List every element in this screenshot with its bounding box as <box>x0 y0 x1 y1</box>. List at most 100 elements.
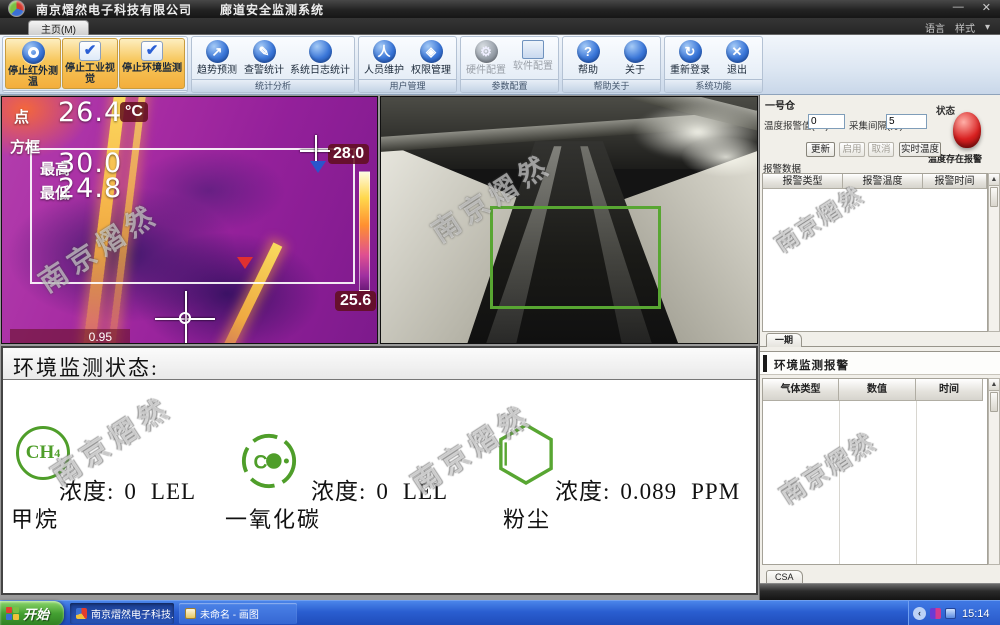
blue-marker-icon <box>310 161 326 173</box>
syslog-stats-button[interactable]: 系统日志统计 <box>288 38 352 78</box>
tray-app-icon[interactable] <box>930 608 941 619</box>
svg-text:C: C <box>254 453 268 474</box>
exit-icon: ✕ <box>726 40 749 63</box>
about-button[interactable]: 关于 <box>612 38 658 78</box>
windows-flag-icon <box>6 607 19 620</box>
status-label: 状态 <box>936 103 955 117</box>
control-sidebar: 一号仓 温度报警值(°C): 采集间隔(分): 状态 温度存在报警 更新 启用 … <box>759 95 1000 600</box>
tab-csa[interactable]: CSA <box>766 570 803 584</box>
gear-icon: ⚙ <box>475 40 498 63</box>
title-bar: 南京熠然电子科技有限公司 廊道安全监测系统 — ✕ <box>0 0 1000 18</box>
tab-phase-one[interactable]: 一期 <box>766 333 802 347</box>
app-logo-icon <box>8 0 25 17</box>
hardware-config-button[interactable]: ⚙ 硬件配置 <box>463 38 509 78</box>
scale-max-value: 28.0 <box>328 144 369 164</box>
infrared-camera-icon <box>22 41 45 64</box>
tray-chevron-icon[interactable]: ‹ <box>913 607 926 620</box>
point-temp-value: 26.4 <box>58 97 122 128</box>
box-label: 方框 <box>10 136 40 157</box>
scrollbar[interactable]: ▲ <box>988 378 1000 565</box>
detection-box <box>490 206 661 309</box>
tab-home[interactable]: 主页(M) <box>28 20 89 35</box>
industrial-camera-view: 南京熠然 <box>380 96 758 344</box>
realtime-temp-button[interactable]: 实时温度 <box>899 142 941 157</box>
column-header[interactable]: 数值 <box>839 379 916 401</box>
center-crosshair <box>155 291 215 344</box>
temp-alarm-table: 报警类型 报警温度 报警时间 南京熠然 <box>762 173 988 332</box>
exit-button[interactable]: ✕ 退出 <box>714 38 760 78</box>
ribbon-group-monitor-control: 停止红外测温 ✔ 停止工业视觉 ✔ 停止环境监测 监测控制 <box>2 36 188 93</box>
group-label: 用户管理 <box>359 79 456 92</box>
chevron-down-icon[interactable]: ▾ <box>985 22 990 33</box>
temp-unit-badge: °C <box>120 102 148 122</box>
gas-name: 一氧化碳 <box>225 502 321 534</box>
checkbox-icon: ✔ <box>141 41 163 61</box>
enable-button[interactable]: 启用 <box>839 142 865 157</box>
group-label: 帮助关于 <box>563 79 660 92</box>
alarm-stats-button[interactable]: ✎ 查警统计 <box>241 38 287 78</box>
column-header[interactable]: 气体类型 <box>763 379 839 401</box>
tray-network-icon[interactable] <box>945 608 956 619</box>
menu-bar: 主页(M) 语言 样式 ▾ <box>0 18 1000 35</box>
menu-language[interactable]: 语言 <box>925 20 945 35</box>
app-title: 廊道安全监测系统 <box>220 1 324 18</box>
scrollbar-thumb[interactable] <box>990 187 998 207</box>
scrollbar[interactable]: ▲ <box>988 173 1000 332</box>
checkbox-icon: ✔ <box>79 41 101 61</box>
column-header[interactable]: 报警时间 <box>923 174 987 189</box>
env-alarm-header: 环境监测报警 <box>760 351 1000 375</box>
close-icon[interactable]: ✕ <box>979 1 994 14</box>
software-config-button[interactable]: 软件配置 <box>510 38 556 78</box>
permission-button[interactable]: ◈ 权限管理 <box>408 38 454 78</box>
gas-reading: 浓度:0LEL <box>59 472 196 506</box>
temp-alarm-input[interactable] <box>808 114 845 129</box>
alarm-led-icon <box>953 112 981 148</box>
watermark: 南京熠然 <box>772 422 882 510</box>
scroll-up-icon[interactable]: ▲ <box>989 379 999 391</box>
column-header[interactable]: 时间 <box>916 379 983 401</box>
taskbar-task-paint[interactable]: 未命名 - 画图 <box>179 603 297 624</box>
trend-forecast-button[interactable]: ↗ 趋势预测 <box>194 38 240 78</box>
scale-min-value: 25.6 <box>335 291 376 311</box>
minimize-icon[interactable]: — <box>950 1 967 14</box>
taskbar-clock[interactable]: 15:14 <box>962 608 990 620</box>
warehouse-group-title: 一号仓 <box>765 97 795 112</box>
carbon-monoxide-icon: C <box>240 432 298 490</box>
min-temp-value: 24.8 <box>58 173 122 204</box>
stop-industrial-vision-button[interactable]: ✔ 停止工业视觉 <box>62 38 118 89</box>
env-status-title: 环境监测状态: <box>3 348 756 380</box>
ribbon-group-statistics: ↗ 趋势预测 ✎ 查警统计 系统日志统计 统计分析 <box>191 36 355 93</box>
point-label: 点 <box>14 106 29 127</box>
relogin-button[interactable]: ↻ 重新登录 <box>667 38 713 78</box>
gas-reading: 浓度:0.089PPM <box>555 472 740 506</box>
ribbon-group-system: ↻ 重新登录 ✕ 退出 系统功能 <box>664 36 763 93</box>
stop-infrared-button[interactable]: 停止红外测温 <box>5 38 61 89</box>
group-label: 参数配置 <box>461 79 558 92</box>
permission-key-icon: ◈ <box>420 40 443 63</box>
update-button[interactable]: 更新 <box>806 142 835 157</box>
ribbon-toolbar: 停止红外测温 ✔ 停止工业视觉 ✔ 停止环境监测 监测控制 ↗ 趋势预测 <box>0 35 1000 95</box>
red-marker-icon <box>237 257 253 269</box>
interval-input[interactable] <box>886 114 927 129</box>
emissivity-value: 0.95 <box>10 329 130 344</box>
start-button[interactable]: 开始 <box>0 601 64 625</box>
help-button[interactable]: ? 帮助 <box>565 38 611 78</box>
gas-name: 甲烷 <box>11 502 59 534</box>
bottom-dark-bar <box>760 583 1000 600</box>
app-task-icon <box>76 608 87 619</box>
scrollbar-thumb[interactable] <box>990 392 998 412</box>
trend-forecast-icon: ↗ <box>206 40 229 63</box>
menu-style[interactable]: 样式 <box>955 20 975 35</box>
column-header[interactable]: 报警温度 <box>843 174 923 189</box>
env-status-panel: 环境监测状态: CH4 甲烷 浓度:0LEL C 一氧化碳 浓度:0LEL <box>1 346 758 595</box>
column-header[interactable]: 报警类型 <box>763 174 843 189</box>
group-label: 统计分析 <box>192 79 354 92</box>
app-window: 南京熠然电子科技有限公司 廊道安全监测系统 — ✕ 主页(M) 语言 样式 ▾ … <box>0 0 1000 625</box>
os-taskbar: 开始 南京熠然电子科技... 未命名 - 画图 ‹ 15:14 <box>0 600 1000 625</box>
person-icon: 人 <box>373 40 396 63</box>
cancel-button[interactable]: 取消 <box>868 142 894 157</box>
stop-env-monitor-button[interactable]: ✔ 停止环境监测 <box>119 38 185 89</box>
taskbar-task-app[interactable]: 南京熠然电子科技... <box>70 603 174 624</box>
scroll-up-icon[interactable]: ▲ <box>989 174 999 186</box>
personnel-button[interactable]: 人 人员维护 <box>361 38 407 78</box>
